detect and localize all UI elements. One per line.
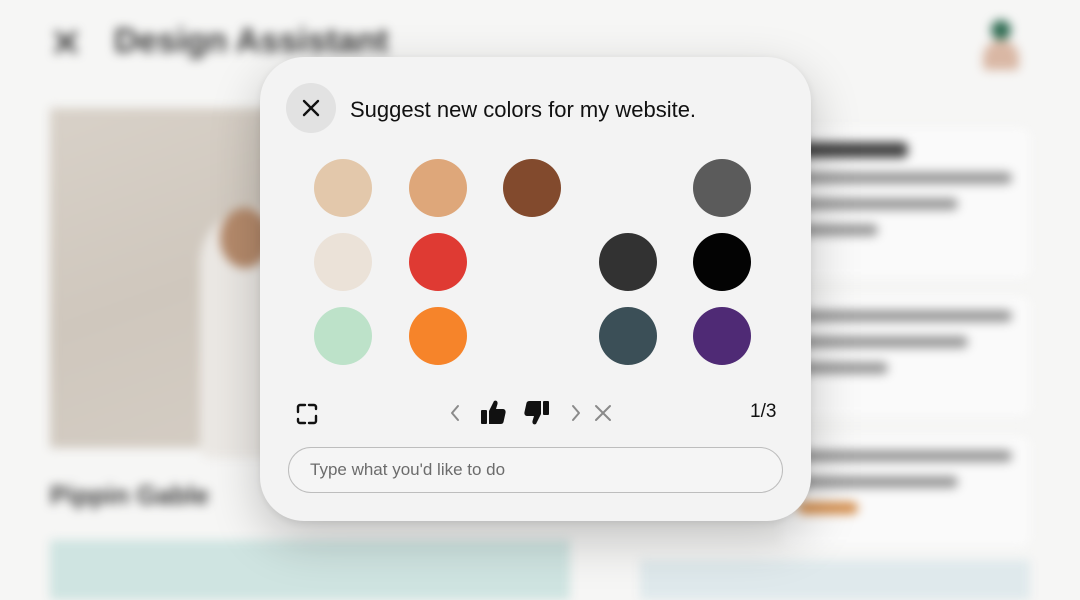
thumbs-down-icon: [524, 401, 549, 425]
chevron-right-icon: [572, 405, 580, 421]
section-title: Pippin Gable: [50, 480, 209, 510]
chevron-left-icon: [451, 405, 459, 421]
prompt-input-container[interactable]: [288, 447, 783, 493]
app-logo-icon: ✕: [50, 23, 82, 65]
color-suggestion-dialog: Suggest new colors for my website. 1/3 T…: [260, 57, 811, 521]
color-swatch[interactable]: [409, 233, 467, 291]
color-swatch[interactable]: [693, 233, 751, 291]
close-icon: [302, 99, 320, 117]
color-swatch[interactable]: [314, 233, 372, 291]
secondary-banner: [640, 560, 1030, 600]
color-swatch[interactable]: [314, 159, 372, 217]
teal-banner: [50, 540, 570, 600]
close-icon: [595, 405, 611, 421]
color-swatch[interactable]: [599, 233, 657, 291]
close-button[interactable]: [286, 83, 336, 133]
dismiss-button[interactable]: [593, 402, 613, 424]
color-swatch[interactable]: [599, 307, 657, 365]
expand-icon: [296, 403, 318, 425]
color-swatch[interactable]: [693, 159, 751, 217]
thumbs-up-icon: [481, 400, 506, 424]
side-card: [780, 436, 1030, 546]
next-button[interactable]: [569, 401, 583, 425]
avatar[interactable]: [978, 18, 1024, 70]
previous-button[interactable]: [447, 401, 463, 425]
color-swatch[interactable]: [314, 307, 372, 365]
like-button[interactable]: [478, 396, 508, 428]
color-swatch[interactable]: [693, 307, 751, 365]
dislike-button[interactable]: [522, 397, 552, 429]
color-swatch[interactable]: [409, 307, 467, 365]
prompt-input[interactable]: [289, 448, 782, 492]
color-swatch[interactable]: [409, 159, 467, 217]
page-indicator: 1/3: [750, 401, 777, 422]
side-card: [780, 128, 1030, 278]
app-title: Design Assistant: [114, 22, 389, 60]
color-swatch[interactable]: [503, 159, 561, 217]
expand-button[interactable]: [293, 400, 321, 428]
prompt-text: Suggest new colors for my website.: [350, 97, 697, 122]
side-card: [780, 296, 1030, 416]
